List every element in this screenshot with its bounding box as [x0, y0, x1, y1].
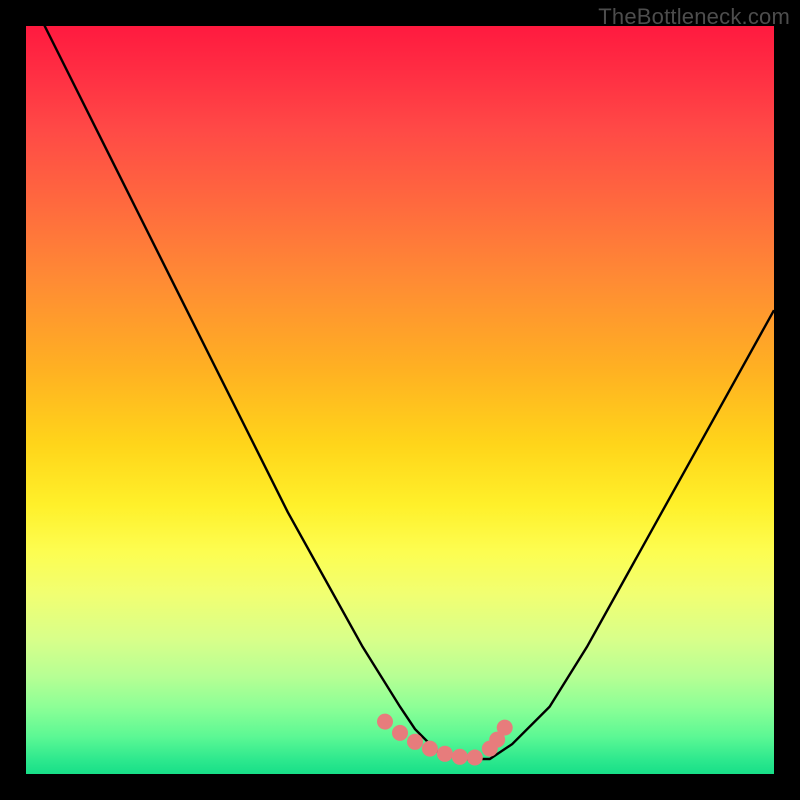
chart-frame: TheBottleneck.com [0, 0, 800, 800]
marker-point [407, 734, 423, 750]
marker-point [497, 720, 513, 736]
marker-point [452, 749, 468, 765]
marker-point [392, 725, 408, 741]
watermark-text: TheBottleneck.com [598, 4, 790, 30]
chart-svg [26, 26, 774, 774]
marker-point [377, 714, 393, 730]
marker-point [467, 750, 483, 766]
marker-point [437, 746, 453, 762]
marker-point [422, 741, 438, 757]
bottleneck-curve [26, 0, 774, 759]
chart-plot-area [26, 26, 774, 774]
